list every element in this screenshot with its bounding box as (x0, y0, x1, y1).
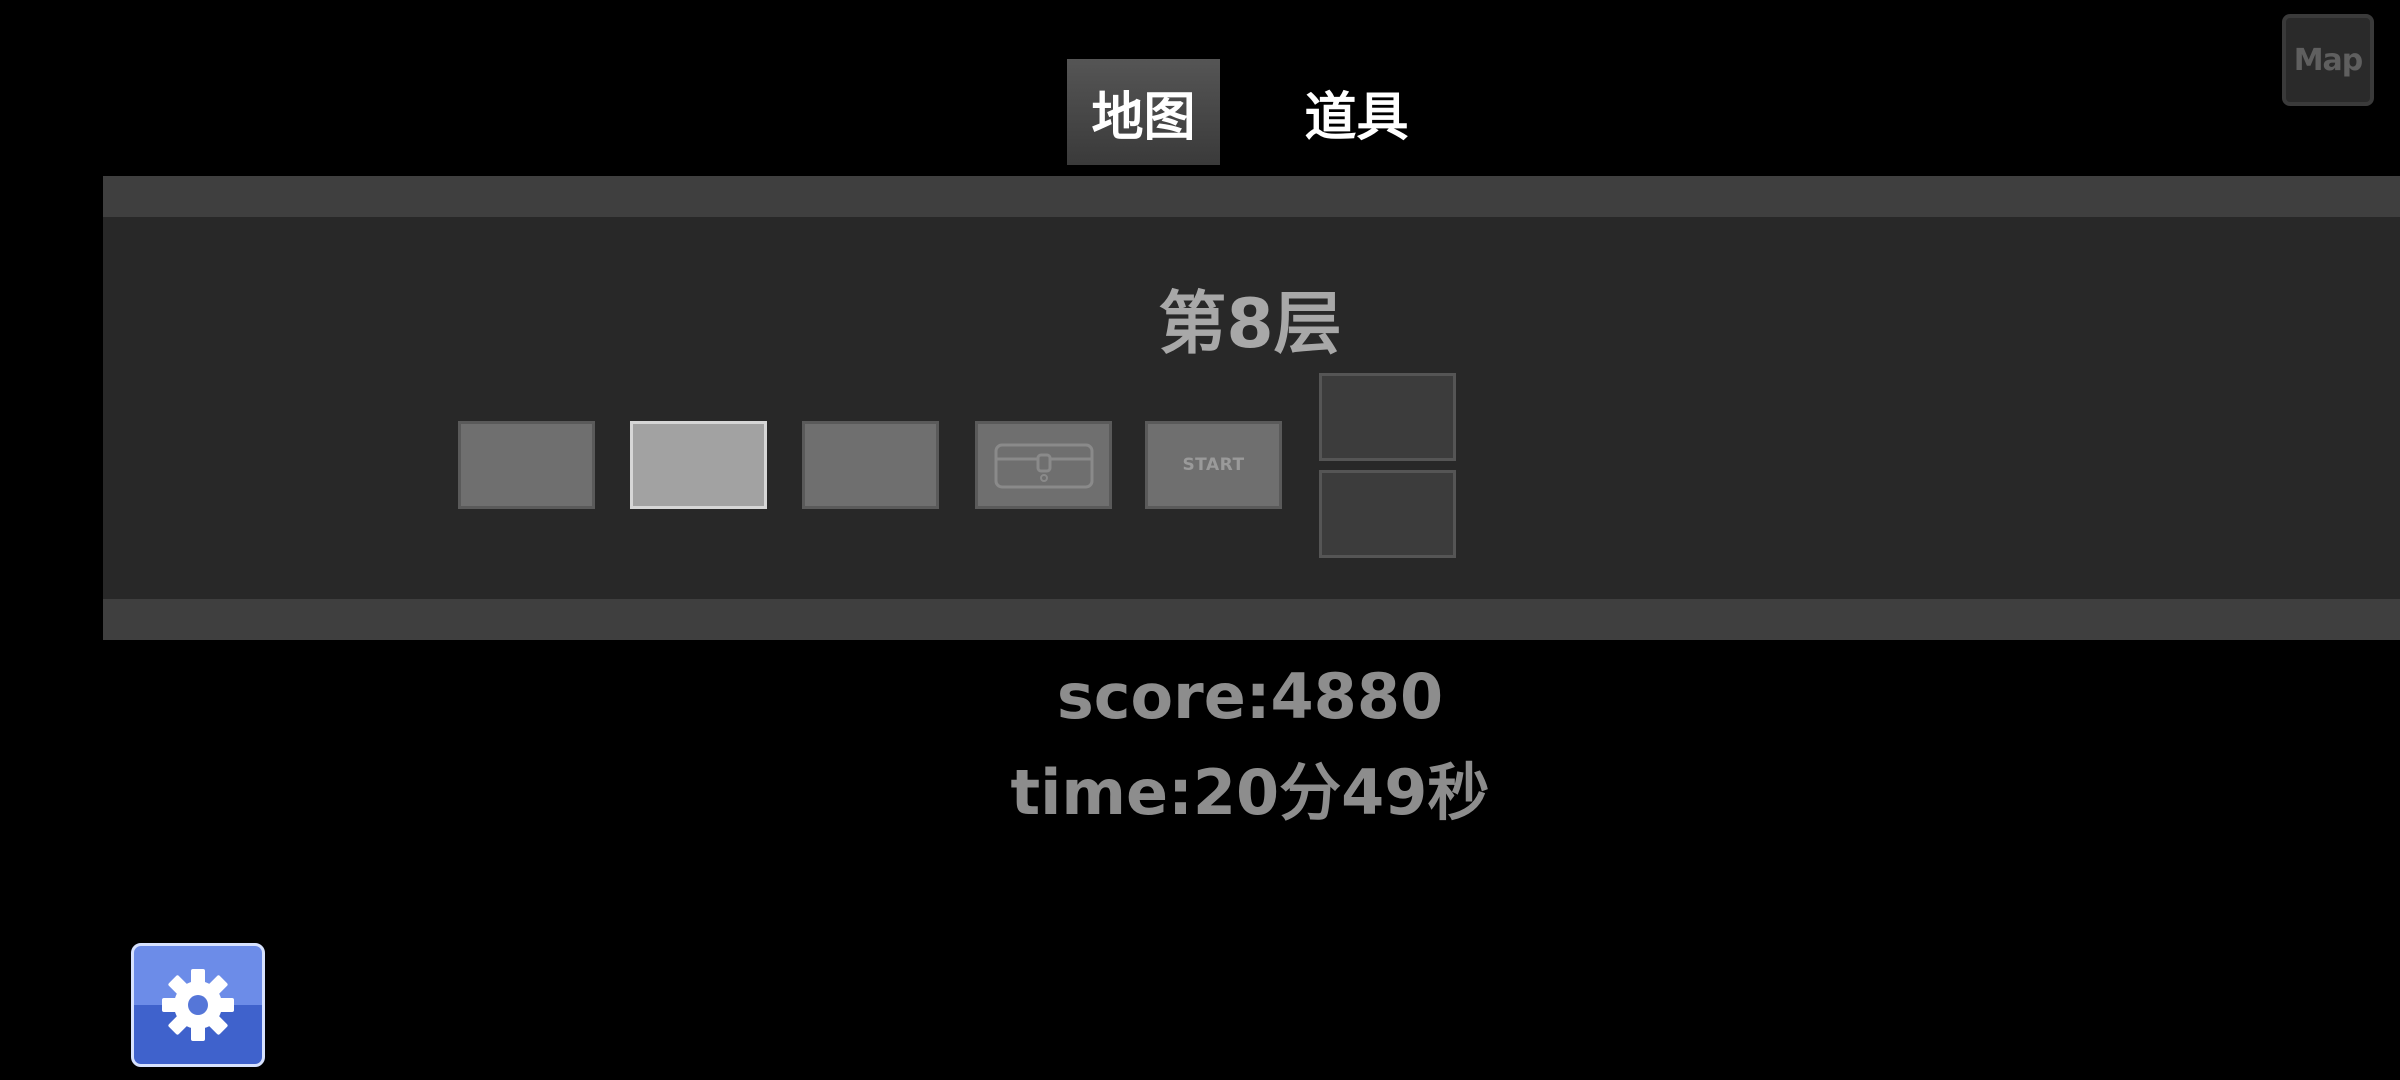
start-label: START (1182, 455, 1245, 475)
panel-bottom-bar (103, 599, 2400, 640)
map-icon: Map (2293, 42, 2364, 78)
room-tile-current[interactable] (630, 421, 767, 509)
room-tile-start[interactable]: START (1145, 421, 1282, 509)
tab-items[interactable]: 道具 (1280, 59, 1433, 165)
tab-map-label: 地图 (1091, 87, 1196, 148)
room-tile[interactable] (802, 421, 939, 509)
score-text: score:4880 (1056, 660, 1444, 733)
settings-button[interactable] (131, 943, 265, 1067)
room-tile-unexplored[interactable] (1319, 470, 1456, 558)
gear-icon (162, 969, 234, 1041)
game-screen: 地图 道具 Map 第8层 START score:4880 time:20分4… (0, 0, 2400, 1080)
floor-title: 第8层 (1158, 285, 1342, 364)
tab-map[interactable]: 地图 (1067, 59, 1220, 165)
time-text: time:20分49秒 (1010, 756, 1490, 829)
room-tile-treasure[interactable] (975, 421, 1112, 509)
treasure-chest-icon (994, 443, 1093, 489)
room-tile[interactable] (458, 421, 595, 509)
map-button[interactable]: Map (2282, 14, 2374, 106)
tab-items-label: 道具 (1304, 87, 1409, 148)
panel-top-bar (103, 176, 2400, 217)
room-tile-unexplored[interactable] (1319, 373, 1456, 461)
